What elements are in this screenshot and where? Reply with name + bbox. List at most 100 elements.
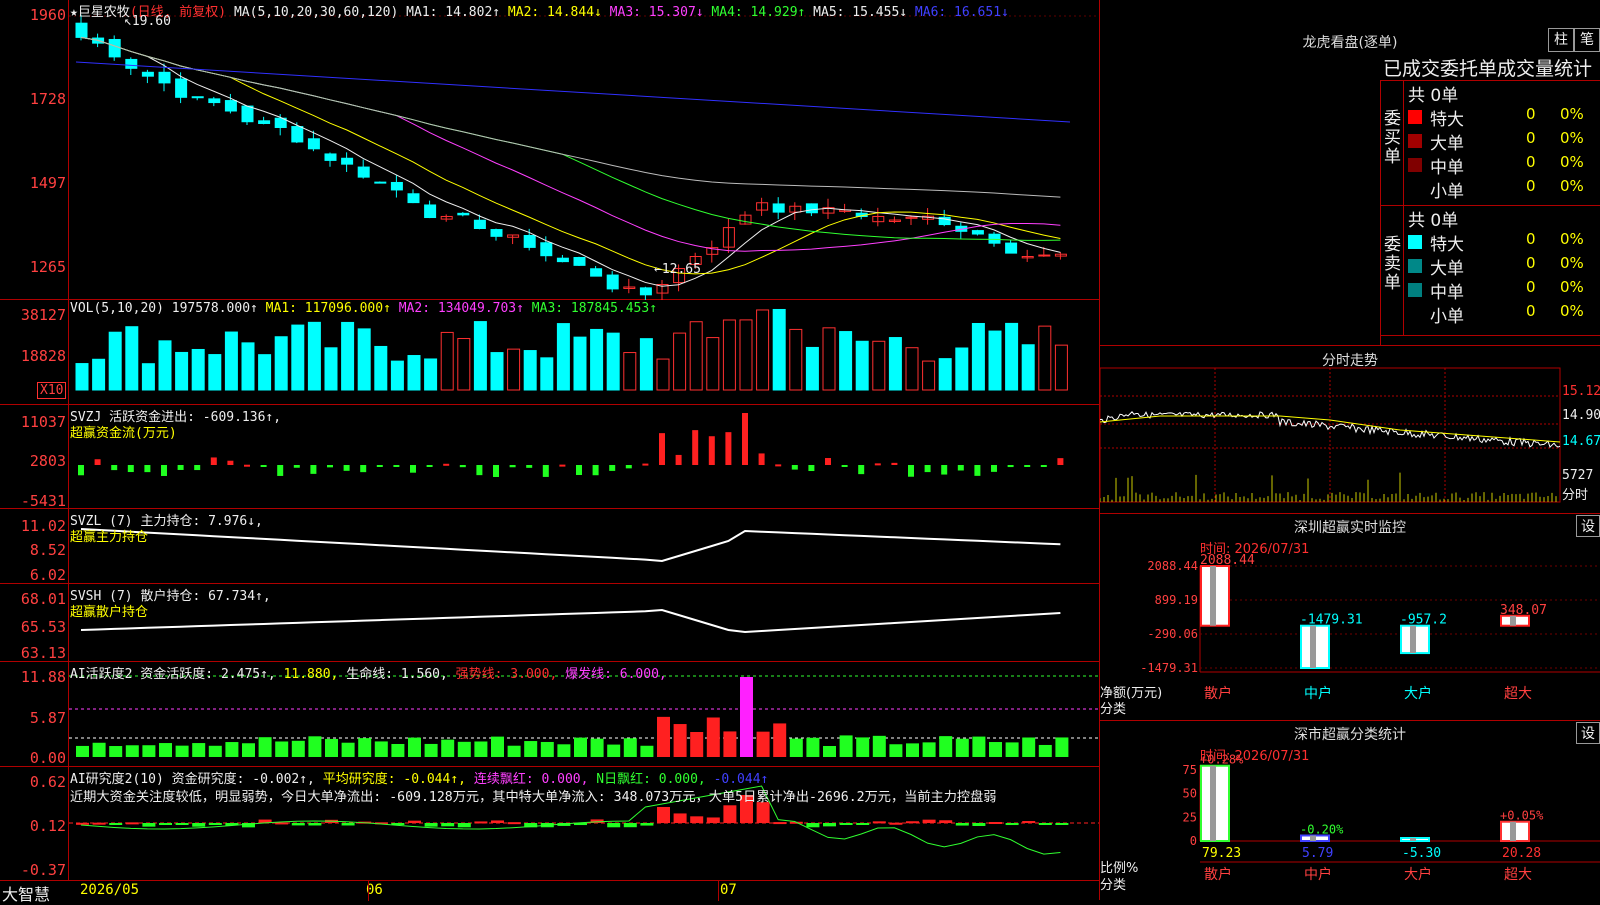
- fund-flow-bar: [343, 465, 350, 471]
- volume-bar: [357, 328, 371, 391]
- fund-flow-bar: [1040, 465, 1047, 467]
- intraday-panel[interactable]: 分时走势 15.12 14.90 14.67 5727 分时: [1100, 345, 1600, 513]
- research-bar: [823, 823, 836, 827]
- fund-flow-bar: [841, 465, 848, 467]
- price-tick-3: 1497: [29, 174, 66, 192]
- monitor-tick-label: 899.19: [1155, 593, 1198, 607]
- fund-flow-bar: [1057, 458, 1064, 465]
- research-bar: [491, 820, 504, 823]
- monitor-bar-shade: [1310, 625, 1316, 668]
- volume-pane[interactable]: VOL(5,10,20) 197578.000↑ MA1: 117096.000…: [0, 300, 1100, 405]
- ma1-value: MA1: 14.802↑: [406, 5, 501, 20]
- volume-bar: [623, 352, 637, 391]
- ma4-value: MA4: 14.929↑: [711, 5, 806, 20]
- svzj-pane[interactable]: SVZJ 活跃资金进出: -609.136↑, 超赢资金流(万元) 11037 …: [0, 405, 1100, 510]
- candle-body: [258, 120, 271, 124]
- fund-flow-bar: [725, 432, 732, 465]
- research-bar: [441, 823, 455, 827]
- buy-pct: 0%: [1560, 177, 1584, 195]
- classify-change-label: -0.20%: [1300, 822, 1344, 836]
- research-bar: [1038, 823, 1052, 825]
- volume-bar: [507, 348, 521, 391]
- buy-name: 小单: [1430, 182, 1464, 202]
- activity-bar: [706, 717, 720, 757]
- fund-flow-bar: [625, 465, 632, 469]
- research-bar: [159, 823, 172, 825]
- monitor-value-label: -1479.31: [1300, 613, 1363, 628]
- classify-bar-shade: [1210, 765, 1216, 841]
- activity-bar: [242, 743, 255, 757]
- stock-name: ★巨星农牧: [70, 5, 130, 20]
- fund-flow-bar: [808, 465, 815, 472]
- volume-bar: [224, 331, 238, 391]
- activity-bar: [972, 736, 986, 757]
- sell-swatch: [1408, 307, 1422, 321]
- buy-swatch: [1408, 110, 1422, 124]
- buy-vol: 0: [1526, 105, 1536, 123]
- research-bar: [623, 823, 637, 828]
- classify-category-label: 超大: [1504, 867, 1532, 883]
- activity-bar: [424, 743, 438, 757]
- kline-chart[interactable]: [0, 0, 1100, 300]
- price-tick-2: 1728: [29, 90, 66, 108]
- classify-bar-chart: 75 50 25 0 +0.28% 79.23 散户 -0.20% 5.79 中户 -5.30 大户 +…: [1183, 753, 1600, 883]
- volume-bar: [772, 308, 786, 391]
- svsh-pane[interactable]: SVSH (7) 散户持仓: 67.734↑, 超赢散户持仓 68.01 65.…: [0, 584, 1100, 662]
- activity-bar: [640, 745, 654, 757]
- ai-activity-pane[interactable]: AI活跃度2 资金活跃度: 2.475↑, 11.880, 生命线: 1.560…: [0, 662, 1100, 767]
- candle-body: [341, 157, 354, 165]
- fund-flow-bar: [858, 465, 865, 475]
- activity-bar: [358, 738, 372, 757]
- volume-bar: [158, 340, 172, 391]
- ai1-v4: 强势线: 3.000,: [455, 667, 558, 682]
- svzl-pane[interactable]: SVZL (7) 主力持仓: 7.976↓, 超赢主力持仓 11.02 8.52…: [0, 509, 1100, 584]
- activity-bar: [989, 742, 1002, 757]
- volume-bar: [258, 354, 272, 391]
- fund-flow-bar: [260, 465, 267, 467]
- volume-bar: [324, 347, 338, 391]
- classify-panel: 深市超赢分类统计 设 时间: 2026/07/31 75 50 25 0 +0.28% 7…: [1100, 720, 1600, 900]
- fund-flow-bar: [924, 465, 931, 473]
- volume-header: VOL(5,10,20) 197578.000↑ MA1: 117096.000…: [70, 301, 657, 316]
- sell-pct: 0%: [1560, 230, 1584, 248]
- fund-flow-bar: [708, 436, 715, 465]
- classify-tick-label: 50: [1183, 787, 1197, 801]
- lhb-bar-button[interactable]: 柱: [1548, 28, 1574, 52]
- volume-bar: [274, 336, 288, 391]
- fund-flow-bar: [675, 454, 682, 465]
- volume-bar: [341, 321, 355, 391]
- volume-bar: [175, 351, 189, 391]
- buy-pct: 0%: [1560, 129, 1584, 147]
- intraday-price-2: 14.90: [1562, 408, 1600, 423]
- ma3-value: MA3: 15.307↓: [609, 5, 704, 20]
- svzj-tick-1: 11037: [20, 413, 66, 431]
- ai-research-pane[interactable]: AI研究度2(10) 资金研究度: -0.002↑, 平均研究度: -0.044…: [0, 767, 1100, 880]
- research-bar: [955, 823, 969, 826]
- fund-flow-bar: [493, 465, 499, 477]
- kline-pane[interactable]: ★巨星农牧(日线, 前复权) MA(5,10,20,30,60,120) MA1…: [0, 0, 1100, 300]
- candle-body: [75, 22, 88, 38]
- fund-flow-bar: [161, 465, 167, 476]
- vol-unit-badge[interactable]: X10: [37, 382, 67, 399]
- fund-flow-bar: [908, 465, 914, 477]
- lhb-tick-button[interactable]: 笔: [1574, 28, 1600, 52]
- vol-ma2: MA2: 134049.703↑: [398, 301, 524, 316]
- candle-body: [772, 203, 785, 213]
- volume-bar: [191, 348, 205, 391]
- research-bar: [507, 822, 521, 825]
- candle-body: [556, 257, 569, 263]
- buy-swatch: [1408, 182, 1422, 196]
- sell-name: 大单: [1430, 259, 1464, 279]
- volume-bar: [872, 340, 886, 391]
- fund-flow-bar: [293, 465, 300, 468]
- volume-bar: [888, 337, 902, 391]
- candle-body: [1038, 254, 1051, 257]
- sell-rows: 特大 0 0% 大单 0 0% 中单 0 0% 小单 0 0%: [1406, 230, 1600, 327]
- research-bar: [275, 822, 289, 825]
- candle-body: [523, 235, 536, 248]
- ai1-tick-2: 5.87: [29, 709, 66, 727]
- intraday-chart[interactable]: [1100, 346, 1600, 514]
- volume-bar: [523, 350, 537, 391]
- buy-name: 特大: [1430, 110, 1464, 130]
- candle-body: [158, 71, 171, 84]
